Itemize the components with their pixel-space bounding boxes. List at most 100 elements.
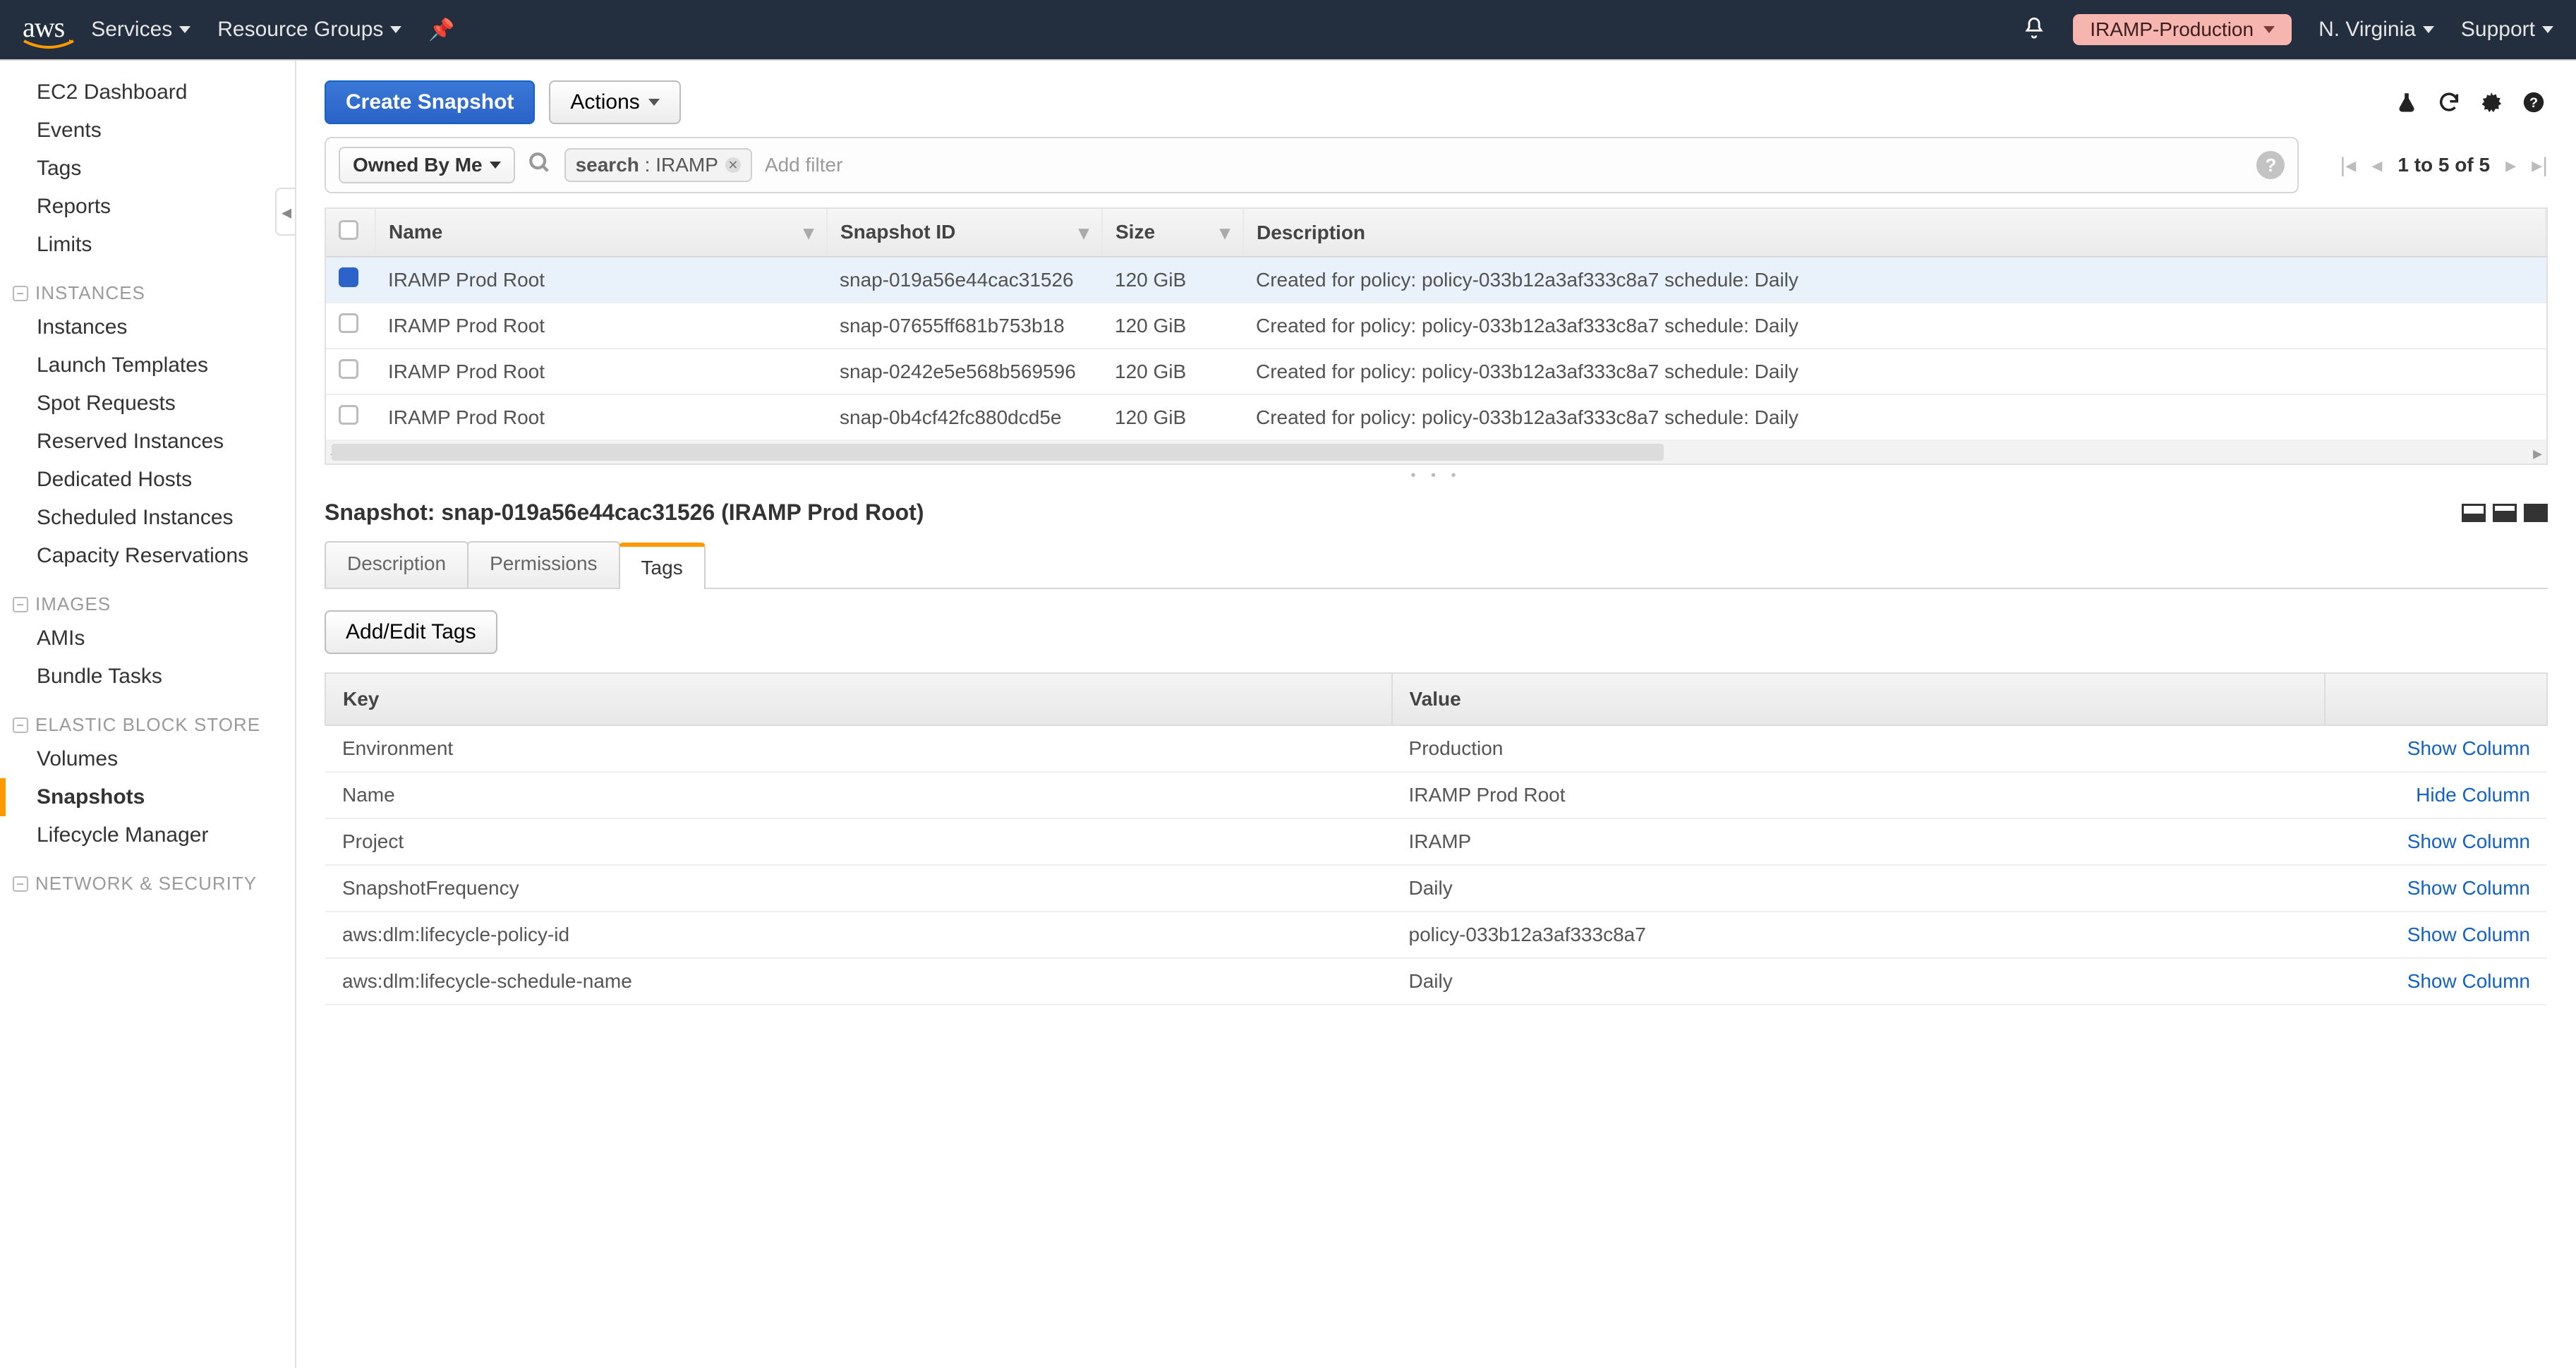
experiment-icon[interactable] [2393,88,2421,116]
refresh-icon[interactable] [2435,88,2463,116]
table-row[interactable]: IRAMP Prod Rootsnap-019a56e44cac31526120… [326,258,2546,303]
row-checkbox[interactable] [339,359,358,379]
tag-key: aws:dlm:lifecycle-policy-id [325,912,1392,958]
cell-description: Created for policy: policy-033b12a3af333… [1243,349,2546,394]
caret-down-icon [490,162,501,169]
layout-bottom-icon[interactable] [2493,504,2517,522]
nav-resource-groups[interactable]: Resource Groups [217,18,401,42]
sidebar-item-tags[interactable]: Tags [0,150,295,188]
sidebar-item-capacity-reservations[interactable]: Capacity Reservations [0,537,295,575]
sidebar-collapse-button[interactable]: ◂ [275,188,296,236]
sidebar-item-limits[interactable]: Limits [0,226,295,264]
nav-services[interactable]: Services [91,18,191,42]
sidebar-item-dedicated-hosts[interactable]: Dedicated Hosts [0,461,295,499]
create-snapshot-button[interactable]: Create Snapshot [325,80,535,124]
filter-help-icon[interactable]: ? [2256,151,2285,179]
environment-pill[interactable]: IRAMP-Production [2073,14,2292,45]
sidebar-item-scheduled-instances[interactable]: Scheduled Instances [0,499,295,537]
actions-dropdown[interactable]: Actions [549,80,680,124]
pin-icon[interactable]: 📌 [428,18,454,42]
cell-size: 120 GiB [1102,303,1243,349]
caret-down-icon [2542,26,2553,33]
owned-by-dropdown[interactable]: Owned By Me [339,147,515,183]
cell-name: IRAMP Prod Root [375,303,827,349]
sidebar-item-bundle-tasks[interactable]: Bundle Tasks [0,658,295,696]
page-next-icon[interactable]: ▸ [2505,153,2516,178]
aws-swoosh-icon [23,40,75,51]
actions-dropdown-label: Actions [570,90,639,114]
page-prev-icon[interactable]: ◂ [2371,153,2382,178]
row-checkbox[interactable] [339,267,358,287]
add-edit-tags-button[interactable]: Add/Edit Tags [325,610,497,654]
select-all-header[interactable] [326,209,375,257]
add-filter-input[interactable]: Add filter [765,154,843,176]
notifications-icon[interactable] [2022,16,2046,44]
column-snapshot-id-label: Snapshot ID [840,221,955,243]
row-checkbox[interactable] [339,313,358,333]
sidebar-group-network-security[interactable]: −NETWORK & SECURITY [0,854,295,899]
sidebar-item-ec2-dashboard[interactable]: EC2 Dashboard [0,73,295,111]
settings-icon[interactable] [2477,88,2505,116]
column-description[interactable]: Description [1243,209,2546,257]
snapshots-table: Name▾ Snapshot ID▾ Size▾ Description IRA… [325,207,2548,441]
sidebar: ◂ EC2 DashboardEventsTagsReportsLimits −… [0,61,296,1368]
pagination-label: 1 to 5 of 5 [2397,154,2490,176]
sidebar-group-elastic-block-store[interactable]: −ELASTIC BLOCK STORE [0,696,295,740]
toggle-column-link[interactable]: Show Column [2407,924,2530,945]
cell-snapshot-id: snap-019a56e44cac31526 [827,258,1102,303]
tab-permissions[interactable]: Permissions [467,541,619,588]
search-filter-tag[interactable]: search : IRAMP ✕ [564,148,752,182]
nav-resource-groups-label: Resource Groups [217,18,383,42]
action-bar: Create Snapshot Actions ? [296,61,2576,137]
column-size[interactable]: Size▾ [1102,209,1243,257]
toggle-column-link[interactable]: Show Column [2407,877,2530,899]
cell-size: 120 GiB [1102,258,1243,303]
remove-filter-icon[interactable]: ✕ [725,157,741,173]
toggle-column-link[interactable]: Show Column [2407,970,2530,992]
sidebar-item-launch-templates[interactable]: Launch Templates [0,346,295,385]
tag-value: Daily [1392,958,2326,1005]
select-all-checkbox[interactable] [339,220,358,240]
row-checkbox[interactable] [339,405,358,425]
sidebar-item-spot-requests[interactable]: Spot Requests [0,385,295,423]
table-row[interactable]: IRAMP Prod Rootsnap-0b4cf42fc880dcd5e120… [326,394,2546,440]
sidebar-item-lifecycle-manager[interactable]: Lifecycle Manager [0,816,295,854]
cell-description: Created for policy: policy-033b12a3af333… [1243,258,2546,303]
page-last-icon[interactable]: ▸| [2532,153,2548,178]
sidebar-item-volumes[interactable]: Volumes [0,740,295,778]
nav-region[interactable]: N. Virginia [2318,18,2434,42]
tag-key: aws:dlm:lifecycle-schedule-name [325,958,1392,1005]
sidebar-item-reserved-instances[interactable]: Reserved Instances [0,423,295,461]
cell-name: IRAMP Prod Root [375,349,827,394]
cell-name: IRAMP Prod Root [375,258,827,303]
sidebar-item-events[interactable]: Events [0,111,295,150]
panel-resize-handle[interactable]: • • • [296,465,2576,487]
sidebar-item-reports[interactable]: Reports [0,188,295,226]
table-horizontal-scrollbar[interactable]: ◂▸ [325,441,2548,465]
toggle-column-link[interactable]: Show Column [2407,830,2530,852]
tab-tags[interactable]: Tags [619,543,706,589]
search-icon[interactable] [528,151,552,180]
layout-split-icon[interactable] [2462,504,2486,522]
tag-value: Daily [1392,865,2326,912]
sidebar-group-instances[interactable]: −INSTANCES [0,264,295,308]
sidebar-item-instances[interactable]: Instances [0,308,295,346]
toggle-column-link[interactable]: Show Column [2407,737,2530,759]
aws-logo[interactable]: aws [23,11,64,49]
sidebar-item-amis[interactable]: AMIs [0,619,295,658]
page-first-icon[interactable]: |◂ [2340,153,2356,178]
sidebar-group-images[interactable]: −IMAGES [0,575,295,619]
svg-text:?: ? [2529,95,2538,111]
column-snapshot-id[interactable]: Snapshot ID▾ [827,209,1102,257]
table-row[interactable]: IRAMP Prod Rootsnap-07655ff681b753b18120… [326,303,2546,349]
toggle-column-link[interactable]: Hide Column [2416,784,2530,806]
tab-description[interactable]: Description [325,541,468,588]
caret-down-icon [2263,26,2275,33]
column-name[interactable]: Name▾ [375,209,827,257]
sidebar-item-snapshots[interactable]: Snapshots [0,778,295,816]
table-row[interactable]: IRAMP Prod Rootsnap-0242e5e568b569596120… [326,349,2546,394]
tag-value: policy-033b12a3af333c8a7 [1392,912,2326,958]
nav-support[interactable]: Support [2461,18,2553,42]
help-icon[interactable]: ? [2520,88,2548,116]
layout-full-icon[interactable] [2524,504,2548,522]
